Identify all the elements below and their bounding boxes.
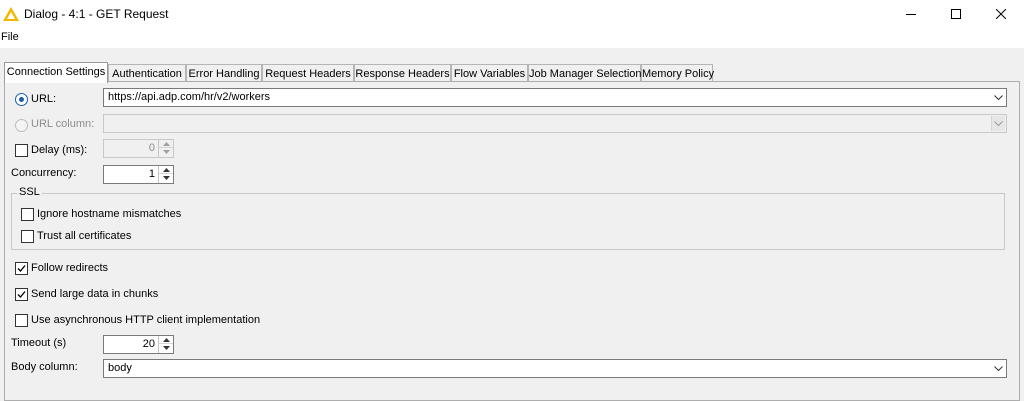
tab-authentication[interactable]: Authentication (108, 64, 186, 82)
chevron-down-icon (991, 116, 1005, 131)
ssl-group-title: SSL (17, 186, 42, 198)
trust-all-label: Trust all certificates (37, 230, 132, 242)
body-column-value: body (108, 362, 132, 374)
follow-redirects-checkbox[interactable] (15, 262, 28, 275)
maximize-button[interactable] (933, 0, 979, 28)
checkmark-icon (17, 265, 26, 272)
follow-redirects-label: Follow redirects (31, 262, 109, 274)
url-column-radio[interactable] (15, 119, 28, 132)
minimize-icon (906, 14, 916, 15)
spinner-down-icon[interactable] (159, 344, 173, 352)
tab-memory-policy[interactable]: Memory Policy (641, 64, 714, 82)
timeout-value: 20 (142, 338, 155, 350)
window-title: Dialog - 4:1 - GET Request (24, 7, 169, 21)
connection-settings-panel: URL: https://api.adp.com/hr/v2/workers U… (4, 81, 1020, 401)
spinner-down-icon[interactable] (159, 148, 173, 156)
url-column-combo[interactable] (103, 114, 1007, 133)
chevron-down-icon (991, 90, 1005, 105)
ignore-hostname-label: Ignore hostname mismatches (37, 208, 182, 220)
spinner-down-icon[interactable] (159, 174, 173, 182)
knime-warning-triangle-icon (3, 7, 19, 21)
ignore-hostname-checkbox[interactable] (21, 208, 34, 221)
url-combo[interactable]: https://api.adp.com/hr/v2/workers (103, 88, 1007, 107)
timeout-spinner[interactable]: 20 (103, 335, 174, 354)
concurrency-label: Concurrency: (11, 167, 77, 179)
delay-value: 0 (148, 142, 155, 154)
url-value: https://api.adp.com/hr/v2/workers (108, 91, 271, 103)
ssl-group (11, 193, 1005, 250)
spinner-up-icon[interactable] (159, 336, 173, 344)
body-column-label: Body column: (11, 361, 78, 373)
tab-flow-variables[interactable]: Flow Variables (451, 64, 528, 82)
maximize-icon (951, 9, 961, 19)
close-button[interactable] (978, 0, 1024, 28)
minimize-button[interactable] (888, 0, 934, 28)
title-bar: Dialog - 4:1 - GET Request (0, 0, 1024, 28)
async-http-label: Use asynchronous HTTP client implementat… (31, 314, 261, 326)
spinner-up-icon[interactable] (159, 140, 173, 148)
menu-file[interactable]: File (1, 31, 19, 43)
menu-bar: File (0, 28, 1024, 48)
tab-job-manager-selection[interactable]: Job Manager Selection (528, 64, 642, 82)
tab-request-headers[interactable]: Request Headers (262, 64, 354, 82)
chevron-down-icon (991, 361, 1005, 376)
delay-checkbox[interactable] (15, 144, 28, 157)
url-column-label: URL column: (31, 118, 95, 130)
async-http-checkbox[interactable] (15, 314, 28, 327)
checkmark-icon (17, 291, 26, 298)
url-label: URL: (31, 93, 57, 105)
close-icon (996, 9, 1006, 19)
delay-spinner[interactable]: 0 (103, 139, 174, 158)
delay-label: Delay (ms): (31, 144, 88, 156)
body-column-combo[interactable]: body (103, 359, 1007, 378)
url-radio[interactable] (15, 93, 28, 106)
tab-error-handling[interactable]: Error Handling (186, 64, 262, 82)
concurrency-value: 1 (148, 168, 155, 180)
tab-response-headers[interactable]: Response Headers (354, 64, 451, 82)
send-chunks-label: Send large data in chunks (31, 288, 159, 300)
spinner-up-icon[interactable] (159, 166, 173, 174)
timeout-label: Timeout (s) (11, 337, 67, 349)
send-chunks-checkbox[interactable] (15, 288, 28, 301)
trust-all-checkbox[interactable] (21, 230, 34, 243)
tab-connection-settings[interactable]: Connection Settings (4, 62, 108, 83)
concurrency-spinner[interactable]: 1 (103, 165, 174, 184)
